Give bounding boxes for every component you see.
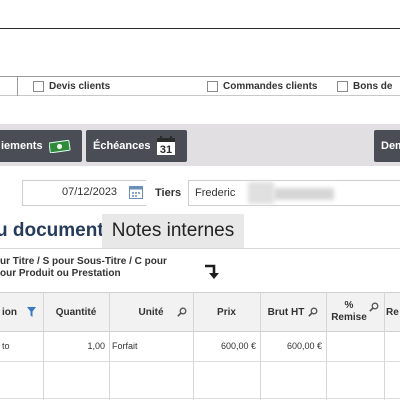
devis-clients-label: Devis clients [49, 81, 111, 92]
calendar-day: 31 [160, 144, 172, 156]
checkbox[interactable] [207, 81, 218, 92]
checkbox[interactable] [337, 81, 348, 92]
top-divider [0, 28, 400, 29]
filter-separator [17, 77, 18, 96]
magnifier-icon[interactable] [308, 307, 318, 317]
paiements-button[interactable]: iements [0, 130, 82, 162]
date-value: 07/12/2023 [62, 186, 118, 198]
devis-clients-filter[interactable]: Devis clients [33, 81, 110, 92]
cell-quantite[interactable]: 1,00 [43, 341, 105, 351]
col-unite-label: Unité [138, 306, 164, 318]
dem-button[interactable]: Dem [374, 130, 400, 162]
hint-line-1: ur Titre / S pour Sous-Titre / C pour [0, 256, 167, 267]
tiers-label: Tiers [155, 187, 182, 199]
col-re-label: Re [386, 306, 399, 318]
down-right-arrow-icon[interactable] [203, 264, 221, 285]
commandes-clients-label: Commandes clients [223, 81, 318, 92]
magnifier-icon[interactable] [177, 307, 187, 317]
col-unite[interactable]: Unité [109, 292, 193, 332]
col-prix-label: Prix [217, 306, 236, 318]
paiements-label: iements [1, 140, 43, 152]
calendar-icon: 31 [156, 136, 176, 156]
row-divider [0, 361, 400, 362]
col-quantite-label: Quantité [55, 306, 97, 318]
col-designation-label: ion [2, 306, 17, 318]
money-icon [48, 139, 71, 153]
hint-line-2: our Produit ou Prestation [0, 268, 121, 279]
col-remise-percent: % [344, 300, 354, 311]
cell-designation[interactable]: to [2, 341, 10, 351]
echeances-button[interactable]: Échéances 31 [86, 130, 187, 162]
cell-brut-ht[interactable]: 600,00 € [260, 341, 322, 351]
tab-notes-label: Notes internes [111, 220, 235, 241]
tab-document[interactable]: u document [0, 214, 104, 248]
col-prix[interactable]: Prix [193, 292, 260, 332]
tiers-value: Frederic [195, 187, 236, 199]
date-picker-icon[interactable] [129, 185, 143, 204]
bons-filter[interactable]: Bons de [337, 81, 392, 92]
col-brut-ht-label: Brut HT [267, 306, 305, 318]
bons-label: Bons de [353, 81, 393, 92]
redacted-block [248, 182, 274, 204]
redacted-block [274, 188, 334, 200]
col-remise-text: % Remise [331, 300, 367, 324]
col-remise-label: Remise [331, 312, 367, 323]
filter-icon[interactable] [27, 307, 36, 317]
col-re[interactable]: Re [386, 292, 400, 332]
column-divider [384, 292, 385, 400]
input-hint: ur Titre / S pour Sous-Titre / C pour ou… [0, 256, 167, 280]
cell-prix[interactable]: 600,00 € [193, 341, 256, 351]
col-quantite[interactable]: Quantité [43, 292, 109, 332]
dem-label: Dem [381, 140, 400, 152]
commandes-clients-filter[interactable]: Commandes clients [207, 81, 317, 92]
tab-notes-internes[interactable]: Notes internes [102, 214, 244, 248]
magnifier-icon[interactable] [369, 302, 379, 312]
col-designation[interactable]: ion [0, 292, 43, 332]
col-remise[interactable]: % Remise [326, 292, 384, 332]
tab-document-label: u document [0, 220, 104, 241]
row-divider [0, 398, 400, 399]
echeances-label: Échéances [93, 140, 151, 152]
cell-unite[interactable]: Forfait [112, 341, 138, 351]
col-brut-ht[interactable]: Brut HT [260, 292, 326, 332]
checkbox[interactable] [33, 81, 44, 92]
tab-divider [0, 248, 400, 249]
